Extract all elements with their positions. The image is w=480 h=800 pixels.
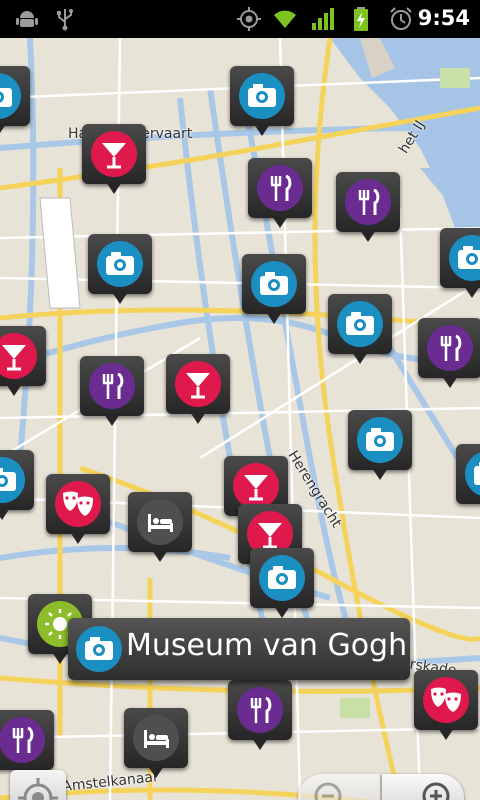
camera-icon <box>0 73 21 119</box>
theatre-masks-icon <box>55 481 101 527</box>
marker-pointer <box>148 766 164 778</box>
selected-place-name: Museum van Gogh <box>126 628 408 663</box>
marker-pointer <box>0 508 10 520</box>
marker-pointer <box>464 286 480 298</box>
poi-marker-camera[interactable] <box>230 66 294 136</box>
gps-icon <box>237 7 261 31</box>
marker-pointer <box>106 182 122 194</box>
camera-icon <box>465 451 480 497</box>
marker-pointer <box>52 652 68 664</box>
cocktail-glass-icon <box>0 333 37 379</box>
zoom-controls <box>298 774 466 800</box>
fork-knife-icon <box>257 165 303 211</box>
fork-knife-icon <box>0 717 45 763</box>
poi-marker-theatre[interactable] <box>414 670 478 740</box>
camera-icon <box>357 417 403 463</box>
status-time: 9:54 <box>417 6 470 30</box>
poi-marker-cocktail[interactable] <box>166 354 230 424</box>
fork-knife-icon <box>427 325 473 371</box>
poi-marker-cocktail[interactable] <box>82 124 146 194</box>
alarm-icon <box>390 7 412 30</box>
poi-marker-camera[interactable] <box>456 444 480 514</box>
cocktail-glass-icon <box>233 463 279 509</box>
zoom-in-button[interactable] <box>382 774 464 800</box>
marker-pointer <box>372 468 388 480</box>
camera-icon <box>0 457 25 503</box>
poi-marker-hotel[interactable] <box>128 492 192 562</box>
map-view[interactable]: Haarlemmervaart het IJ Herengracht Stadh… <box>0 38 480 800</box>
marker-pointer <box>266 312 282 324</box>
poi-marker-camera[interactable] <box>348 410 412 480</box>
marker-pointer <box>254 124 270 136</box>
wifi-icon <box>274 10 296 28</box>
marker-pointer <box>70 532 86 544</box>
marker-pointer <box>252 738 268 750</box>
poi-marker-camera[interactable] <box>250 548 314 618</box>
poi-marker-camera[interactable] <box>328 294 392 364</box>
camera-icon <box>97 241 143 287</box>
fork-knife-icon <box>89 363 135 409</box>
poi-marker-camera[interactable] <box>88 234 152 304</box>
poi-marker-hotel[interactable] <box>124 708 188 778</box>
poi-marker-camera[interactable] <box>0 450 34 520</box>
marker-pointer <box>6 384 22 396</box>
marker-pointer <box>272 216 288 228</box>
poi-marker-theatre[interactable] <box>46 474 110 544</box>
zoom-in-icon <box>422 782 450 800</box>
camera-icon <box>337 301 383 347</box>
camera-icon <box>259 555 305 601</box>
theatre-masks-icon <box>423 677 469 723</box>
marker-pointer <box>190 412 206 424</box>
marker-pointer <box>0 124 6 136</box>
marker-pointer <box>152 550 168 562</box>
cocktail-glass-icon <box>91 131 137 177</box>
marker-pointer <box>442 376 458 388</box>
camera-icon <box>76 626 122 672</box>
poi-marker-restaurant[interactable] <box>80 356 144 426</box>
poi-marker-restaurant[interactable] <box>418 318 480 388</box>
my-location-icon <box>18 778 58 800</box>
fork-knife-icon <box>237 687 283 733</box>
fork-knife-icon <box>345 179 391 225</box>
camera-icon <box>251 261 297 307</box>
battery-charging-icon <box>354 7 368 31</box>
marker-pointer <box>352 352 368 364</box>
my-location-button[interactable] <box>10 770 66 800</box>
android-debug-icon <box>16 11 38 27</box>
status-bar: 9:54 <box>0 0 480 38</box>
marker-pointer <box>104 414 120 426</box>
zoom-out-button[interactable] <box>298 774 380 800</box>
selected-place-callout[interactable]: Museum van Gogh <box>68 618 410 680</box>
marker-pointer <box>438 728 454 740</box>
cocktail-glass-icon <box>175 361 221 407</box>
camera-icon <box>449 235 480 281</box>
zoom-out-icon <box>314 782 342 800</box>
poi-marker-restaurant[interactable] <box>336 172 400 242</box>
signal-icon <box>312 8 334 30</box>
marker-pointer <box>274 606 290 618</box>
poi-marker-camera[interactable] <box>440 228 480 298</box>
poi-marker-cocktail[interactable] <box>0 326 46 396</box>
poi-marker-camera[interactable] <box>0 66 30 136</box>
poi-marker-restaurant[interactable] <box>248 158 312 228</box>
poi-marker-restaurant[interactable] <box>228 680 292 750</box>
poi-marker-camera[interactable] <box>242 254 306 324</box>
usb-icon <box>57 9 73 31</box>
bed-icon <box>137 499 183 545</box>
camera-icon <box>239 73 285 119</box>
marker-pointer <box>112 292 128 304</box>
marker-pointer <box>360 230 376 242</box>
bed-icon <box>133 715 179 761</box>
